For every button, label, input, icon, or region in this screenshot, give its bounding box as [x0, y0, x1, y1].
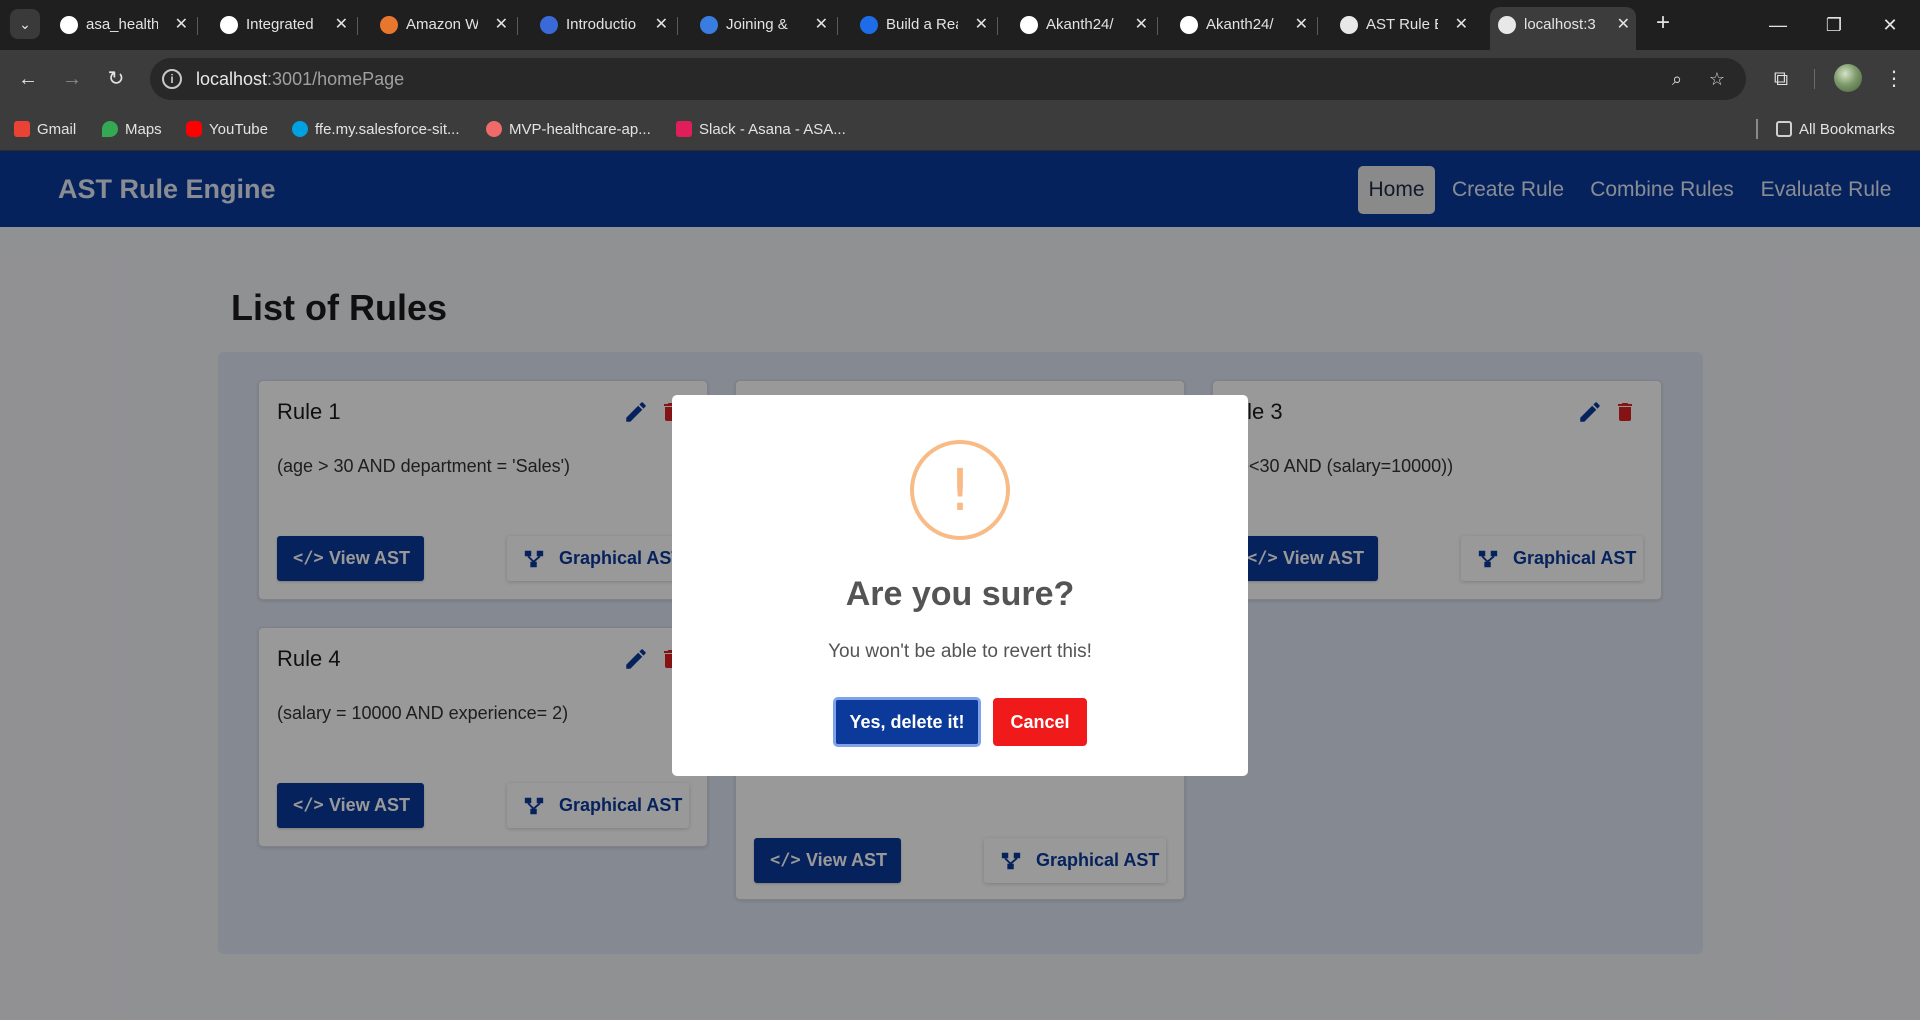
- bookmark-youtube[interactable]: YouTube: [186, 108, 268, 151]
- profile-avatar[interactable]: [1834, 64, 1862, 92]
- dialog-message: You won't be able to revert this!: [828, 641, 1092, 662]
- bookmark-label: MVP-healthcare-ap...: [509, 121, 651, 138]
- all-bookmarks-label: All Bookmarks: [1799, 121, 1895, 138]
- browser-tab[interactable]: Akanth24/ ✕: [1172, 7, 1318, 43]
- bookmark-maps[interactable]: Maps: [102, 108, 162, 151]
- folder-icon: [1776, 121, 1792, 137]
- close-icon[interactable]: ✕: [1617, 7, 1630, 43]
- warning-icon: !: [910, 440, 1010, 540]
- asana-icon: [486, 121, 502, 137]
- reload-icon[interactable]: ↻: [100, 63, 132, 95]
- youtube-icon: [186, 121, 202, 137]
- site-info-icon[interactable]: i: [162, 69, 182, 89]
- close-icon[interactable]: ✕: [975, 7, 988, 43]
- bird-icon: [860, 16, 878, 34]
- tab-title: localhost:3: [1524, 16, 1596, 33]
- github-icon: [1020, 16, 1038, 34]
- slack-icon: [676, 121, 692, 137]
- browser-toolbar: ← → ↻ i localhost:3001/homePage ⌕ ☆ ⧉ ⋮: [0, 50, 1920, 108]
- bookmark-label: YouTube: [209, 121, 268, 138]
- cancel-button[interactable]: Cancel: [993, 698, 1087, 746]
- bookmark-label: ffe.my.salesforce-sit...: [315, 121, 460, 138]
- bookmark-gmail[interactable]: Gmail: [14, 108, 76, 151]
- extensions-puzzle-icon[interactable]: ⧉: [1765, 63, 1797, 95]
- url-path: :3001/homePage: [267, 69, 405, 89]
- toolbar-separator: [1814, 69, 1815, 89]
- back-arrow-icon[interactable]: ←: [12, 63, 44, 95]
- tab-separator: [517, 17, 518, 35]
- url-host: localhost: [196, 69, 268, 89]
- new-tab-plus-icon[interactable]: +: [1648, 9, 1678, 39]
- browser-tab[interactable]: Build a Rea ✕: [852, 7, 998, 43]
- bookmark-label: Slack - Asana - ASA...: [699, 121, 846, 138]
- minimize-icon[interactable]: —: [1748, 0, 1808, 50]
- window-close-icon[interactable]: ✕: [1860, 0, 1920, 50]
- tab-separator: [1157, 17, 1158, 35]
- close-icon[interactable]: ✕: [1135, 7, 1148, 43]
- bookmark-slack[interactable]: Slack - Asana - ASA...: [676, 108, 846, 151]
- all-bookmarks[interactable]: All Bookmarks: [1776, 108, 1895, 151]
- close-icon[interactable]: ✕: [655, 7, 668, 43]
- url-text[interactable]: localhost:3001/homePage: [196, 58, 404, 100]
- browser-tab-bar: ⌄ asa_health ✕ Integrated ✕ Amazon W ✕ I…: [0, 0, 1920, 50]
- confirm-dialog: ! Are you sure? You won't be able to rev…: [672, 395, 1248, 776]
- tab-separator: [997, 17, 998, 35]
- tab-separator: [1317, 17, 1318, 35]
- bird-icon: [700, 16, 718, 34]
- tab-separator: [197, 17, 198, 35]
- openai-icon: [1340, 16, 1358, 34]
- tab-title: Joining &: [726, 16, 788, 33]
- github-icon: [220, 16, 238, 34]
- kebab-menu-icon[interactable]: ⋮: [1878, 63, 1910, 95]
- tab-title: AST Rule E: [1366, 16, 1438, 33]
- github-icon: [1180, 16, 1198, 34]
- forward-arrow-icon[interactable]: →: [56, 63, 88, 95]
- tab-title: Amazon W: [406, 16, 478, 33]
- bookmark-label: Gmail: [37, 121, 77, 138]
- browser-tab[interactable]: Introductio ✕: [532, 7, 678, 43]
- bookmarks-separator: [1756, 119, 1758, 139]
- browser-tab[interactable]: Integrated ✕: [212, 7, 358, 43]
- gmail-icon: [14, 121, 30, 137]
- github-icon: [60, 16, 78, 34]
- bookmarks-bar: Gmail Maps YouTube ffe.my.salesforce-sit…: [0, 108, 1920, 151]
- browser-tab[interactable]: Joining & ✕: [692, 7, 838, 43]
- tab-title: asa_health: [86, 16, 158, 33]
- close-icon[interactable]: ✕: [495, 7, 508, 43]
- bookmark-mvp[interactable]: MVP-healthcare-ap...: [486, 108, 651, 151]
- tab-title: Introductio: [566, 16, 637, 33]
- restore-icon[interactable]: ❐: [1804, 0, 1864, 50]
- triangle-icon: [1498, 16, 1516, 34]
- address-bar[interactable]: i localhost:3001/homePage ⌕ ☆: [150, 58, 1746, 100]
- bookmark-label: Maps: [125, 121, 162, 138]
- browser-tab[interactable]: Akanth24/ ✕: [1012, 7, 1158, 43]
- bookmark-salesforce[interactable]: ffe.my.salesforce-sit...: [292, 108, 460, 151]
- aws-icon: [380, 16, 398, 34]
- tab-title: Integrated: [246, 16, 314, 33]
- browser-tab[interactable]: Amazon W ✕: [372, 7, 518, 43]
- dialog-title: Are you sure?: [845, 575, 1075, 613]
- close-icon[interactable]: ✕: [815, 7, 828, 43]
- close-icon[interactable]: ✕: [335, 7, 348, 43]
- tab-separator: [677, 17, 678, 35]
- confirm-delete-button[interactable]: Yes, delete it!: [833, 697, 981, 747]
- salesforce-cloud-icon: [292, 121, 308, 137]
- tab-title: Akanth24/: [1046, 16, 1114, 33]
- zoom-icon[interactable]: ⌕: [1664, 66, 1690, 92]
- tab-search-chevron-icon[interactable]: ⌄: [10, 9, 40, 39]
- maps-pin-icon: [102, 121, 118, 137]
- tab-title: Akanth24/: [1206, 16, 1274, 33]
- close-icon[interactable]: ✕: [175, 7, 188, 43]
- star-bookmark-icon[interactable]: ☆: [1704, 66, 1730, 92]
- browser-tab-active[interactable]: localhost:3 ✕: [1490, 7, 1636, 50]
- close-icon[interactable]: ✕: [1295, 7, 1308, 43]
- tab-title: Build a Rea: [886, 16, 958, 33]
- tab-separator: [357, 17, 358, 35]
- gear-logo-icon: [540, 16, 558, 34]
- close-icon[interactable]: ✕: [1455, 7, 1468, 43]
- browser-tab[interactable]: asa_health ✕: [52, 7, 198, 43]
- browser-tab[interactable]: AST Rule E ✕: [1332, 7, 1474, 43]
- tab-separator: [837, 17, 838, 35]
